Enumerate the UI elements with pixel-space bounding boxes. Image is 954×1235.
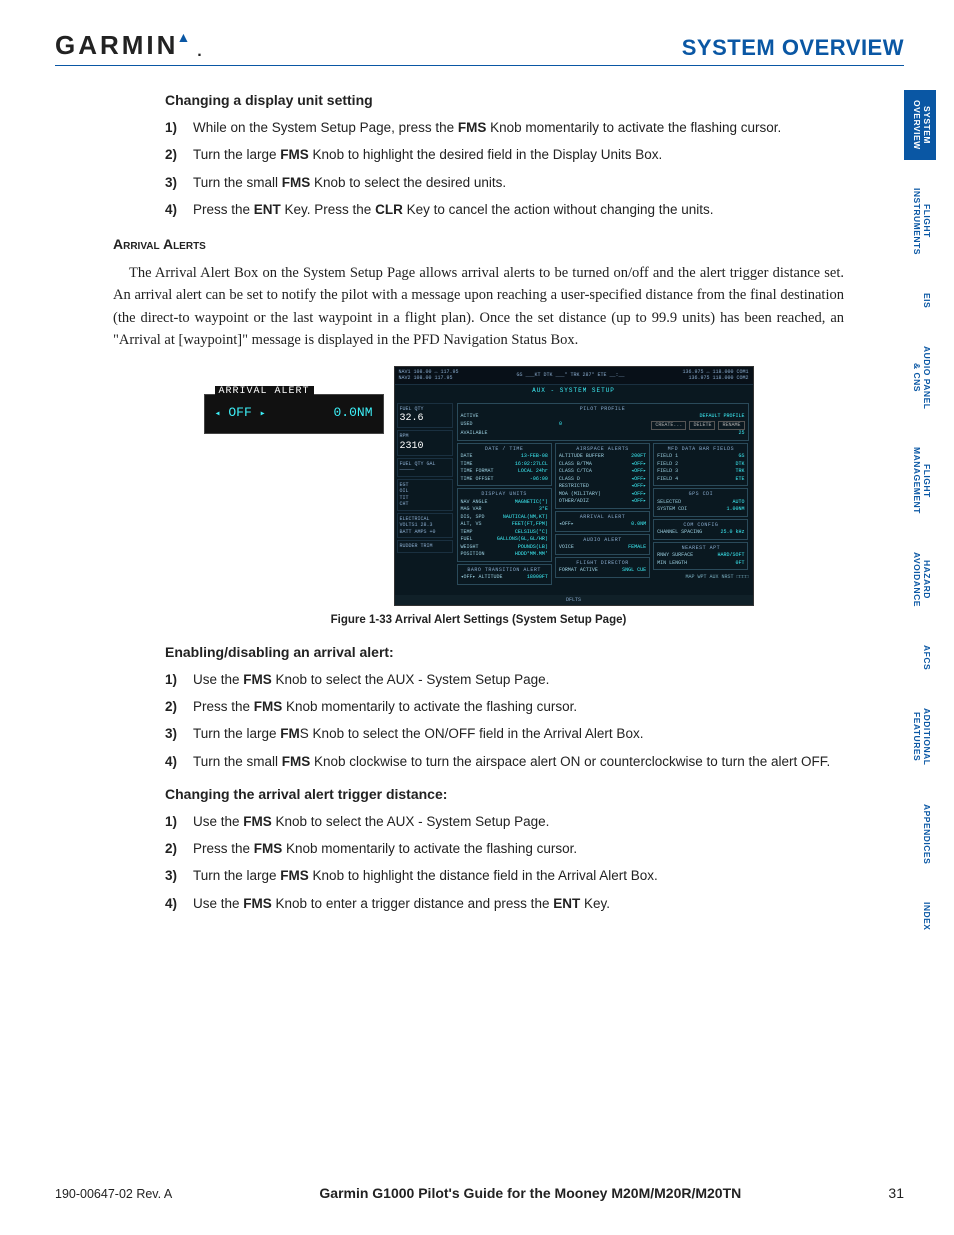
heading-change-trigger-distance: Changing the arrival alert trigger dista…	[165, 786, 844, 802]
tab-system-overview[interactable]: SYSTEM OVERVIEW	[904, 90, 936, 160]
doc-number: 190-00647-02 Rev. A	[55, 1187, 172, 1201]
page-footer: 190-00647-02 Rev. A Garmin G1000 Pilot's…	[55, 1185, 904, 1201]
mfd-subtitle: AUX - SYSTEM SETUP	[395, 385, 753, 396]
heading-arrival-alerts: Arrival Alerts	[113, 236, 844, 252]
step: 1)Use the FMS Knob to select the AUX - S…	[165, 670, 844, 690]
tab-flight-instruments[interactable]: FLIGHT INSTRUMENTS	[904, 178, 936, 265]
page-header: GARMIN▲. SYSTEM OVERVIEW	[55, 30, 904, 66]
arrival-alert-inset: ARRIVAL ALERT ◂ OFF ▸ 0.0NM	[204, 394, 384, 434]
steps-change-trigger-distance: 1)Use the FMS Knob to select the AUX - S…	[165, 812, 844, 914]
step: 1)Use the FMS Knob to select the AUX - S…	[165, 812, 844, 832]
mfd-softkeys: DFLTS	[395, 595, 753, 605]
step: 4)Turn the small FMS Knob clockwise to t…	[165, 752, 844, 772]
garmin-logo: GARMIN▲.	[55, 30, 205, 61]
inset-distance: 0.0NM	[333, 405, 372, 420]
inset-state: OFF	[228, 405, 251, 420]
step: 2)Press the FMS Knob momentarily to acti…	[165, 839, 844, 859]
figure-1-33: ARRIVAL ALERT ◂ OFF ▸ 0.0NM NAV1 108.00 …	[113, 366, 844, 606]
left-arrow-icon: ◂	[215, 409, 221, 420]
section-title: SYSTEM OVERVIEW	[682, 35, 904, 61]
heading-change-display-unit: Changing a display unit setting	[165, 92, 844, 108]
right-arrow-icon: ▸	[260, 409, 266, 420]
heading-enable-arrival-alert: Enabling/disabling an arrival alert:	[165, 644, 844, 660]
steps-enable-arrival-alert: 1)Use the FMS Knob to select the AUX - S…	[165, 670, 844, 772]
brand-text: GARMIN	[55, 30, 178, 61]
tab-afcs[interactable]: AFCS	[904, 635, 936, 680]
mfd-eis-strip: FUEL QTY32.6 RPM2310 FUEL QTY GAL───── E…	[397, 403, 453, 555]
logo-delta-icon: ▲	[176, 29, 193, 45]
page-number: 31	[888, 1185, 904, 1201]
arrival-alerts-paragraph: The Arrival Alert Box on the System Setu…	[113, 262, 844, 352]
tab-additional-features[interactable]: ADDITIONAL FEATURES	[904, 698, 936, 775]
mfd-screenshot: NAV1 108.00 ↔ 117.95NAV2 108.00 117.95 G…	[394, 366, 754, 606]
tab-index[interactable]: INDEX	[904, 892, 936, 940]
tab-flight-management[interactable]: FLIGHT MANAGEMENT	[904, 437, 936, 524]
step: 4)Use the FMS Knob to enter a trigger di…	[165, 894, 844, 914]
steps-change-display-unit: 1)While on the System Setup Page, press …	[165, 118, 844, 220]
inset-title: ARRIVAL ALERT	[215, 386, 314, 397]
tab-hazard-avoidance[interactable]: HAZARD AVOIDANCE	[904, 542, 936, 617]
step: 1)While on the System Setup Page, press …	[165, 118, 844, 138]
step: 2)Turn the large FMS Knob to highlight t…	[165, 145, 844, 165]
tab-eis[interactable]: EIS	[904, 283, 936, 318]
side-tabs: SYSTEM OVERVIEW FLIGHT INSTRUMENTS EIS A…	[904, 90, 936, 940]
figure-caption: Figure 1-33 Arrival Alert Settings (Syst…	[113, 614, 844, 626]
tab-audio-panel[interactable]: AUDIO PANEL & CNS	[904, 336, 936, 419]
step: 3)Turn the large FMS Knob to highlight t…	[165, 866, 844, 886]
doc-title: Garmin G1000 Pilot's Guide for the Moone…	[319, 1185, 741, 1201]
step: 4)Press the ENT Key. Press the CLR Key t…	[165, 200, 844, 220]
step: 2)Press the FMS Knob momentarily to acti…	[165, 697, 844, 717]
step: 3)Turn the large FMS Knob to select the …	[165, 724, 844, 744]
step: 3)Turn the small FMS Knob to select the …	[165, 173, 844, 193]
tab-appendices[interactable]: APPENDICES	[904, 794, 936, 874]
